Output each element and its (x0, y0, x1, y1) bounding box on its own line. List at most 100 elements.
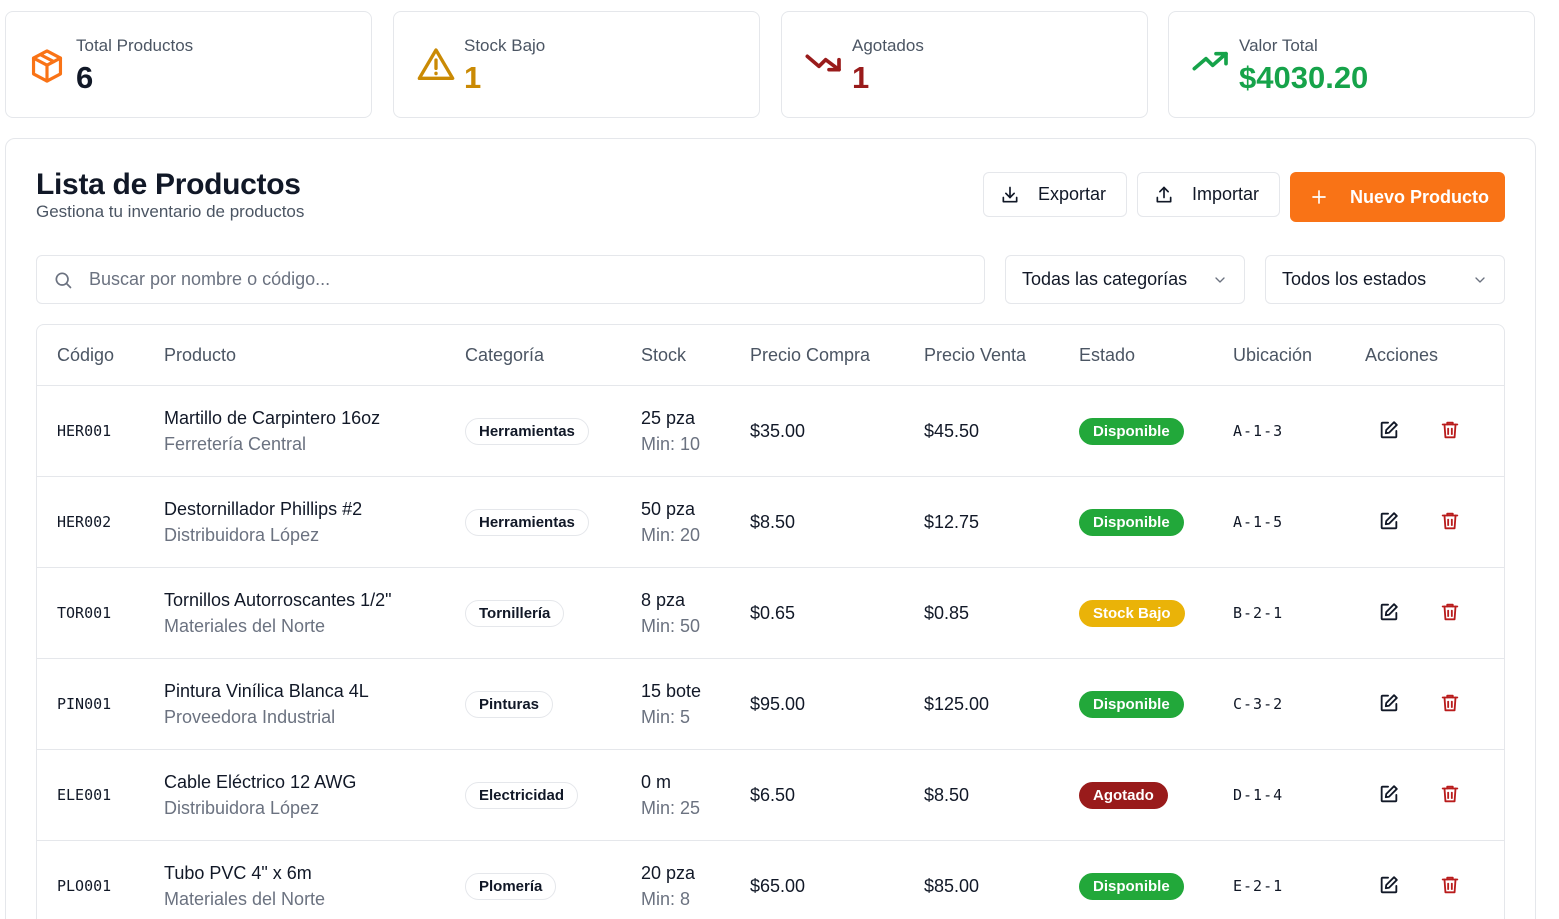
category-badge: Tornillería (465, 600, 565, 627)
column-header-sell-price[interactable]: Precio Venta (924, 345, 1026, 366)
product-name: Tubo PVC 4" x 6m (164, 863, 312, 883)
stock-minimum: Min: 25 (641, 798, 701, 818)
table-row: HER002 Destornillador Phillips #2 Distribu… (37, 477, 1504, 568)
stat-card-low-stock: Stock Bajo 1 (393, 11, 760, 118)
stat-value: $4030.20 (1239, 60, 1369, 95)
product-supplier: Ferretería Central (164, 434, 307, 454)
edit-icon[interactable] (1378, 419, 1402, 443)
product-location: B-2-1 (1233, 604, 1284, 622)
trash-icon[interactable] (1439, 692, 1463, 716)
product-location: A-1-3 (1233, 422, 1284, 440)
table-row: TOR001 Tornillos Autorroscantes 1/2" Mater… (37, 568, 1504, 659)
trash-icon[interactable] (1439, 874, 1463, 898)
stat-value: 6 (76, 60, 94, 95)
product-name: Pintura Vinílica Blanca 4L (164, 681, 369, 701)
stat-label: Stock Bajo (464, 36, 546, 55)
status-badge: Disponible (1079, 691, 1184, 718)
category-select[interactable]: Todas las categorías (1005, 255, 1245, 304)
product-supplier: Materiales del Norte (164, 889, 326, 909)
product-supplier: Proveedora Industrial (164, 707, 336, 727)
buy-price: $0.65 (750, 603, 796, 623)
trash-icon[interactable] (1439, 601, 1463, 625)
status-badge: Stock Bajo (1079, 600, 1185, 627)
search-field (36, 255, 985, 304)
edit-icon[interactable] (1378, 601, 1402, 625)
stat-label: Total Productos (76, 36, 194, 55)
table-row: HER001 Martillo de Carpintero 16oz Ferrete… (37, 386, 1504, 477)
status-badge: Agotado (1079, 782, 1168, 809)
buy-price: $95.00 (750, 694, 806, 714)
column-header-category[interactable]: Categoría (465, 345, 544, 366)
column-header-product[interactable]: Producto (164, 345, 236, 366)
sell-price: $0.85 (924, 603, 970, 623)
table-header: Código Producto Categoría Stock Precio C… (37, 325, 1504, 386)
import-button[interactable]: Importar (1137, 172, 1280, 217)
search-input[interactable] (89, 269, 939, 290)
product-name: Tornillos Autorroscantes 1/2" (164, 590, 392, 610)
column-header-actions: Acciones (1365, 345, 1439, 365)
status-badge: Disponible (1079, 873, 1184, 900)
product-supplier: Materiales del Norte (164, 616, 326, 636)
product-code: PLO001 (57, 877, 112, 895)
sell-price: $8.50 (924, 785, 970, 805)
stock-quantity: 25 pza (641, 408, 696, 428)
stat-card-out-of-stock: Agotados 1 (781, 11, 1148, 118)
trash-icon[interactable] (1439, 419, 1463, 443)
stat-card-total-products: Total Productos 6 (5, 11, 372, 118)
category-badge: Pinturas (465, 691, 554, 718)
category-select-value: Todas las categorías (1022, 269, 1188, 289)
stat-label: Agotados (852, 36, 924, 55)
status-badge: Disponible (1079, 509, 1184, 536)
product-supplier: Distribuidora López (164, 798, 320, 818)
product-name: Martillo de Carpintero 16oz (164, 408, 381, 428)
edit-icon[interactable] (1378, 692, 1402, 716)
edit-icon[interactable] (1378, 510, 1402, 534)
new-product-label: Nuevo Producto (1350, 186, 1490, 207)
trending-down-icon (804, 43, 842, 81)
buy-price: $8.50 (750, 512, 796, 532)
product-name: Cable Eléctrico 12 AWG (164, 772, 357, 792)
edit-icon[interactable] (1378, 874, 1402, 898)
upload-icon (1156, 186, 1172, 202)
column-header-stock[interactable]: Stock (641, 345, 686, 366)
sell-price: $12.75 (924, 512, 980, 532)
new-product-button[interactable]: Nuevo Producto (1290, 172, 1505, 222)
column-header-code[interactable]: Código (57, 345, 114, 366)
product-name: Destornillador Phillips #2 (164, 499, 363, 519)
export-button[interactable]: Exportar (983, 172, 1127, 217)
stock-minimum: Min: 20 (641, 525, 701, 545)
status-select[interactable]: Todos los estados (1265, 255, 1505, 304)
sell-price: $85.00 (924, 876, 980, 896)
chevron-down-icon (1215, 276, 1225, 283)
stock-minimum: Min: 5 (641, 707, 691, 727)
product-supplier: Distribuidora López (164, 525, 320, 545)
stat-label: Valor Total (1239, 36, 1318, 55)
product-location: D-1-4 (1233, 786, 1284, 804)
stock-minimum: Min: 8 (641, 889, 691, 909)
category-badge: Electricidad (465, 782, 579, 809)
alert-triangle-icon (416, 45, 455, 83)
column-header-location[interactable]: Ubicación (1233, 345, 1312, 366)
trash-icon[interactable] (1439, 783, 1463, 807)
table-row: PLO001 Tubo PVC 4" x 6m Materiales del Nor… (37, 841, 1504, 919)
stock-quantity: 0 m (641, 772, 672, 792)
product-code: HER001 (57, 422, 112, 440)
product-location: E-2-1 (1233, 877, 1284, 895)
category-badge: Herramientas (465, 509, 589, 536)
edit-icon[interactable] (1378, 783, 1402, 807)
category-badge: Plomería (465, 873, 557, 900)
column-header-status[interactable]: Estado (1079, 345, 1135, 366)
category-badge: Herramientas (465, 418, 589, 445)
products-table: Código Producto Categoría Stock Precio C… (36, 324, 1505, 919)
search-icon (55, 272, 72, 288)
product-location: C-3-2 (1233, 695, 1284, 713)
export-label: Exportar (1038, 184, 1107, 204)
column-header-buy-price[interactable]: Precio Compra (750, 345, 870, 366)
product-code: ELE001 (57, 786, 112, 804)
product-code: TOR001 (57, 604, 112, 622)
sell-price: $125.00 (924, 694, 990, 714)
buy-price: $6.50 (750, 785, 796, 805)
download-icon (1002, 186, 1018, 202)
trash-icon[interactable] (1439, 510, 1463, 534)
stock-minimum: Min: 10 (641, 434, 701, 454)
